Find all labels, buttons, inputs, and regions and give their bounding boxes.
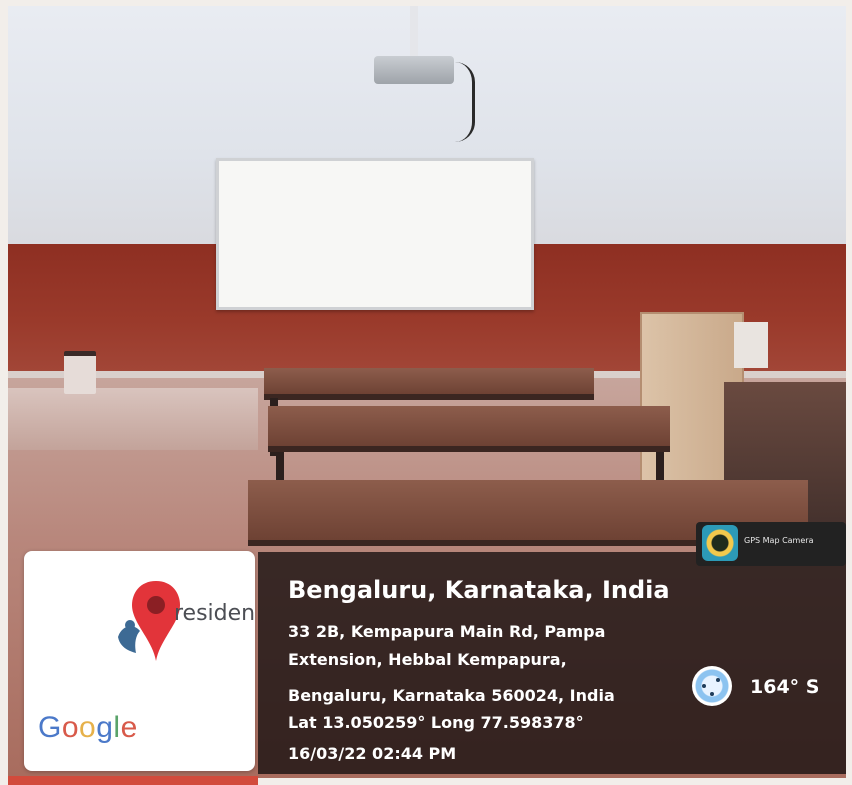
- map-pin-logo-icon: [118, 581, 180, 661]
- google-watermark: Google: [38, 711, 138, 745]
- address-line-3: Bengaluru, Karnataka 560024, India: [288, 686, 615, 705]
- brand-text: residen: [174, 601, 255, 626]
- projector-mount: [410, 6, 418, 58]
- coordinates: Lat 13.050259° Long 77.598378°: [288, 713, 584, 732]
- google-letter: o: [61, 711, 80, 744]
- google-letter: o: [79, 711, 97, 744]
- desk-back: [264, 368, 594, 400]
- address-line-2: Extension, Hebbal Kempapura,: [288, 650, 567, 669]
- whiteboard: [216, 158, 534, 310]
- gps-camera-app-icon: [702, 525, 738, 561]
- timestamp: 16/03/22 02:44 PM: [288, 744, 457, 763]
- google-letter: G: [38, 711, 62, 744]
- gps-info-panel: GPS Map Camera Bengaluru, Karnataka, Ind…: [258, 522, 846, 774]
- podium-side: [734, 322, 768, 368]
- compass-heading: 164° S: [750, 676, 820, 698]
- location-title: Bengaluru, Karnataka, India: [288, 576, 670, 604]
- compass-icon: [692, 666, 732, 706]
- google-letter: e: [120, 711, 138, 744]
- projector-cable: [454, 62, 475, 142]
- address-line-1: 33 2B, Kempapura Main Rd, Pampa: [288, 622, 606, 641]
- google-letter: g: [96, 711, 114, 744]
- teacher-platform: [8, 388, 258, 450]
- app-badge: GPS Map Camera: [696, 522, 846, 566]
- app-name: GPS Map Camera: [744, 536, 814, 545]
- dustbin: [64, 351, 96, 394]
- residency-logo-card: residen Google: [24, 551, 255, 771]
- google-letter: l: [113, 711, 121, 744]
- bottom-accent-stripe: [8, 776, 258, 785]
- projector: [374, 56, 454, 84]
- desk-middle: [268, 406, 670, 452]
